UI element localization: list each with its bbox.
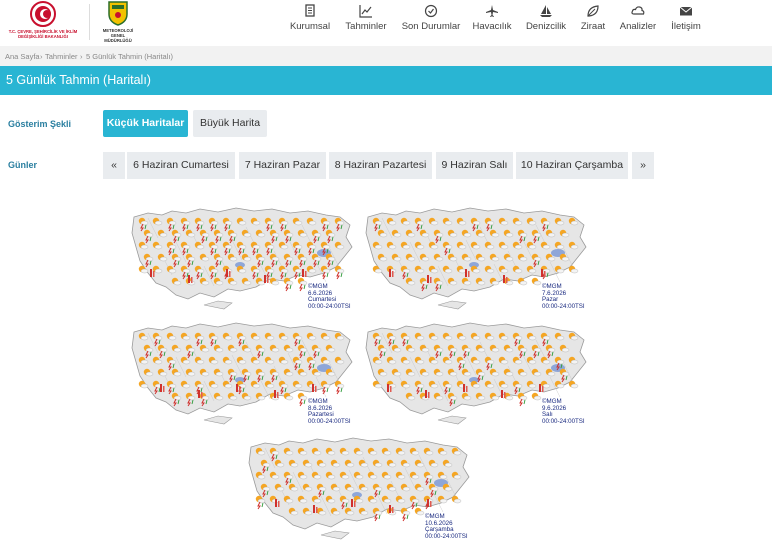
map-hours: 00:00-24:00TSI bbox=[308, 302, 351, 310]
nav-denizcilik[interactable]: Denizcilik bbox=[523, 0, 569, 46]
forecast-map[interactable]: ©MGM 10.6.2026 Çarşamba 00:00-24:00TSI bbox=[245, 433, 485, 545]
leaf-icon bbox=[587, 5, 599, 17]
nav-kurumsal[interactable]: Kurumsal bbox=[286, 0, 334, 46]
nav-analizler[interactable]: Analizler bbox=[618, 0, 658, 46]
nav-label: İletişim bbox=[671, 21, 701, 32]
document-icon bbox=[305, 4, 315, 17]
map-hours: 00:00-24:00TSI bbox=[425, 532, 468, 540]
prev-day-button[interactable]: « bbox=[103, 152, 125, 179]
forecast-map[interactable]: ©MGM 7.6.2026 Pazar 00:00-24:00TSI bbox=[362, 203, 602, 315]
page-title: 5 Günlük Tahmin (Haritalı) bbox=[6, 73, 151, 87]
breadcrumb-home[interactable]: Ana Sayfa bbox=[5, 52, 40, 61]
mgm-logo[interactable]: METEOROLOJİ GENEL MÜDÜRLÜĞÜ bbox=[98, 0, 138, 43]
mgm-emblem-icon bbox=[108, 1, 128, 26]
display-mode-label: Gösterim Şekli bbox=[8, 119, 72, 129]
map-stamp: ©MGM 9.6.2026 Salı 00:00-24:00TSI bbox=[542, 398, 585, 425]
nav-label: Son Durumlar bbox=[401, 21, 461, 32]
clock-icon bbox=[424, 4, 438, 18]
nav-tahminler[interactable]: Tahminler bbox=[343, 0, 389, 46]
breadcrumb: Ana Sayfa › Tahminler › 5 Günlük Tahmin … bbox=[0, 46, 772, 66]
day-tab-2[interactable]: 7 Haziran Pazar bbox=[239, 152, 326, 179]
nav-label: Havacılık bbox=[472, 21, 512, 32]
breadcrumb-separator: › bbox=[80, 52, 83, 61]
nav-iletisim[interactable]: İletişim bbox=[667, 0, 705, 46]
ministry-name: T.C. ÇEVRE, ŞEHİRCİLİK VE İKLİM DEĞİŞİKL… bbox=[8, 29, 78, 39]
day-tab-5[interactable]: 10 Haziran Çarşamba bbox=[516, 152, 628, 179]
ministry-emblem-icon bbox=[30, 1, 56, 27]
nav-label: Kurumsal bbox=[289, 21, 331, 32]
map-hours: 00:00-24:00TSI bbox=[308, 417, 351, 425]
map-stamp: ©MGM 6.6.2026 Cumartesi 00:00-24:00TSI bbox=[308, 283, 351, 310]
map-stamp: ©MGM 10.6.2026 Çarşamba 00:00-24:00TSI bbox=[425, 513, 468, 540]
envelope-icon bbox=[679, 6, 693, 16]
day-tab-3[interactable]: 8 Haziran Pazartesi bbox=[329, 152, 432, 179]
map-hours: 00:00-24:00TSI bbox=[542, 302, 585, 310]
logo-divider bbox=[89, 4, 90, 40]
site-header: T.C. ÇEVRE, ŞEHİRCİLİK VE İKLİM DEĞİŞİKL… bbox=[0, 0, 772, 46]
mgm-name: METEOROLOJİ GENEL MÜDÜRLÜĞÜ bbox=[102, 28, 134, 43]
page-title-bar: 5 Günlük Tahmin (Haritalı) bbox=[0, 66, 772, 95]
nav-label: Tahminler bbox=[345, 21, 387, 32]
ministry-logo[interactable]: T.C. ÇEVRE, ŞEHİRCİLİK VE İKLİM DEĞİŞİKL… bbox=[4, 0, 82, 42]
forecast-map[interactable]: ©MGM 6.6.2026 Cumartesi 00:00-24:00TSI bbox=[128, 203, 368, 315]
next-day-button[interactable]: » bbox=[632, 152, 654, 179]
big-map-button[interactable]: Büyük Harita bbox=[193, 110, 267, 137]
forecast-map[interactable]: ©MGM 8.6.2026 Pazartesi 00:00-24:00TSI bbox=[128, 318, 368, 430]
nav-label: Analizler bbox=[619, 21, 657, 32]
nav-son-durumlar[interactable]: Son Durumlar bbox=[400, 0, 462, 46]
map-stamp: ©MGM 8.6.2026 Pazartesi 00:00-24:00TSI bbox=[308, 398, 351, 425]
breadcrumb-tahminler[interactable]: Tahminler bbox=[45, 52, 78, 61]
small-maps-button[interactable]: Küçük Haritalar bbox=[103, 110, 188, 137]
cloud-icon bbox=[631, 6, 645, 15]
nav-ziraat[interactable]: Ziraat bbox=[578, 0, 608, 46]
nav-havacilik[interactable]: Havacılık bbox=[472, 0, 512, 46]
map-stamp: ©MGM 7.6.2026 Pazar 00:00-24:00TSI bbox=[542, 283, 585, 310]
forecast-map[interactable]: ©MGM 9.6.2026 Salı 00:00-24:00TSI bbox=[362, 318, 602, 430]
days-label: Günler bbox=[8, 160, 38, 170]
chart-icon bbox=[359, 5, 372, 18]
day-tab-4[interactable]: 9 Haziran Salı bbox=[436, 152, 513, 179]
breadcrumb-current: 5 Günlük Tahmin (Haritalı) bbox=[86, 52, 173, 61]
plane-icon bbox=[486, 5, 498, 17]
day-tab-1[interactable]: 6 Haziran Cumartesi bbox=[127, 152, 235, 179]
nav-label: Denizcilik bbox=[525, 21, 567, 32]
breadcrumb-separator: › bbox=[40, 52, 43, 61]
sailboat-icon bbox=[540, 5, 552, 17]
map-hours: 00:00-24:00TSI bbox=[542, 417, 585, 425]
nav-label: Ziraat bbox=[580, 21, 606, 32]
